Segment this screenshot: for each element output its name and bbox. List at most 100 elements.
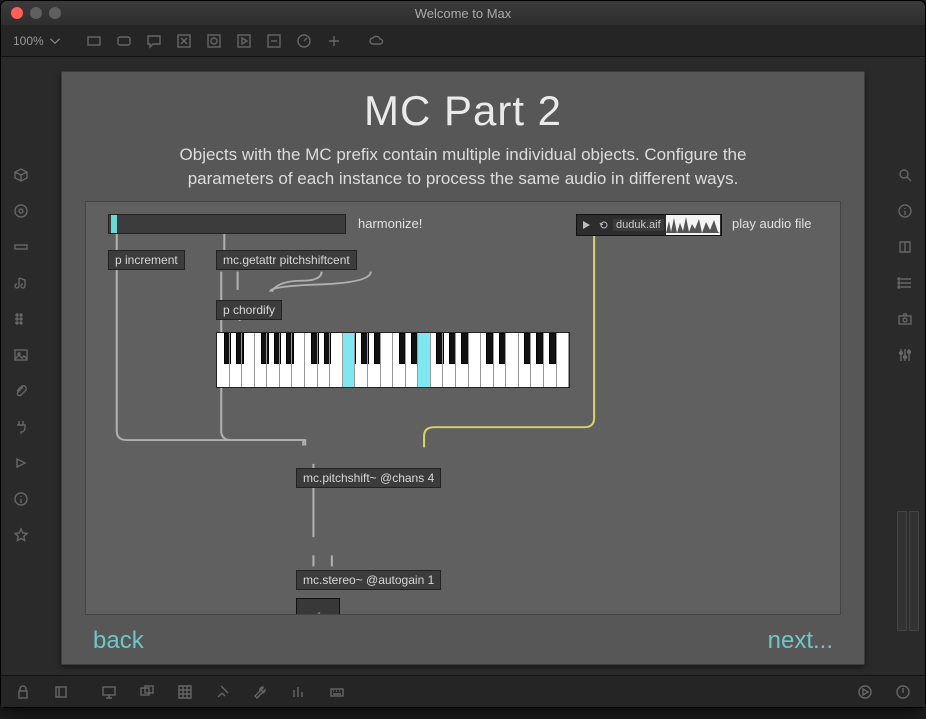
attachment-icon[interactable]: [13, 383, 29, 399]
note-icon[interactable]: [13, 275, 29, 291]
obj-mc-stereo[interactable]: mc.stereo~ @autogain 1: [296, 570, 441, 590]
white-key[interactable]: [343, 333, 356, 387]
power-icon[interactable]: [895, 684, 911, 700]
white-key[interactable]: [292, 333, 305, 387]
info-icon[interactable]: [13, 491, 29, 507]
kslider-keyboard[interactable]: [216, 332, 570, 388]
new-window-icon[interactable]: [53, 684, 69, 700]
white-key[interactable]: [355, 333, 368, 387]
wrench-icon[interactable]: [253, 684, 269, 700]
triangle-icon[interactable]: [13, 455, 29, 471]
plug-icon[interactable]: [13, 419, 29, 435]
keyboard-icon[interactable]: [329, 684, 345, 700]
white-key[interactable]: [469, 333, 482, 387]
canvas-area: MC Part 2 Objects with the MC prefix con…: [41, 57, 885, 675]
obj-mc-getattr[interactable]: mc.getattr pitchshiftcent: [216, 250, 357, 270]
nav-next[interactable]: next...: [768, 627, 833, 655]
obj-p-increment[interactable]: p increment: [108, 250, 185, 270]
bottom-toolbar: [1, 675, 925, 707]
zoom-selector[interactable]: 100%: [13, 34, 62, 48]
plus-icon[interactable]: [326, 33, 342, 49]
white-key[interactable]: [368, 333, 381, 387]
cube-icon[interactable]: [13, 167, 29, 183]
slider-icon[interactable]: [13, 239, 29, 255]
minimize-button[interactable]: [30, 7, 42, 19]
grid-dots-icon[interactable]: [13, 311, 29, 327]
message-box-icon[interactable]: [116, 33, 132, 49]
tutorial-card: MC Part 2 Objects with the MC prefix con…: [61, 71, 865, 665]
maximize-button[interactable]: [49, 7, 61, 19]
white-key[interactable]: [431, 333, 444, 387]
list-icon[interactable]: [897, 275, 913, 291]
harmonize-slider[interactable]: [108, 214, 346, 234]
white-key[interactable]: [330, 333, 343, 387]
speaker-icon: [305, 607, 331, 615]
play-box-icon[interactable]: [236, 33, 252, 49]
white-key[interactable]: [494, 333, 507, 387]
white-key[interactable]: [406, 333, 419, 387]
patcher: harmonize! duduk.aif play audio file p i…: [85, 201, 841, 615]
lock-icon[interactable]: [15, 684, 31, 700]
window-title: Welcome to Max: [1, 6, 925, 21]
playfile-object[interactable]: duduk.aif: [576, 214, 722, 236]
white-key[interactable]: [418, 333, 431, 387]
image-icon[interactable]: [13, 347, 29, 363]
x-box-icon[interactable]: [176, 33, 192, 49]
play-icon[interactable]: [577, 220, 595, 230]
grid-icon-bottom[interactable]: [177, 684, 193, 700]
loop-icon[interactable]: [595, 220, 613, 230]
cloud-icon[interactable]: [368, 33, 384, 49]
search-icon[interactable]: [897, 167, 913, 183]
book-icon[interactable]: [897, 239, 913, 255]
white-key[interactable]: [481, 333, 494, 387]
dial-icon[interactable]: [296, 33, 312, 49]
white-key[interactable]: [305, 333, 318, 387]
obj-mc-pitchshift[interactable]: mc.pitchshift~ @chans 4: [296, 468, 441, 488]
white-key[interactable]: [267, 333, 280, 387]
white-key[interactable]: [519, 333, 532, 387]
satellite-icon[interactable]: [215, 684, 231, 700]
white-key[interactable]: [381, 333, 394, 387]
white-key[interactable]: [456, 333, 469, 387]
app-window: Welcome to Max 100%: [0, 0, 926, 708]
white-key[interactable]: [393, 333, 406, 387]
white-key[interactable]: [318, 333, 331, 387]
windows-icon[interactable]: [139, 684, 155, 700]
dsp-run-icon[interactable]: [857, 684, 873, 700]
page-title: MC Part 2: [85, 87, 841, 135]
white-key[interactable]: [544, 333, 557, 387]
sliders-icon[interactable]: [897, 347, 913, 363]
circle-box-icon[interactable]: [206, 33, 222, 49]
nav-back[interactable]: back: [93, 627, 144, 655]
ezdac-speaker[interactable]: [296, 598, 340, 615]
white-key[interactable]: [255, 333, 268, 387]
white-key[interactable]: [242, 333, 255, 387]
info-circle-icon[interactable]: [897, 203, 913, 219]
comment-icon[interactable]: [146, 33, 162, 49]
close-button[interactable]: [11, 7, 23, 19]
bars-icon[interactable]: [291, 684, 307, 700]
white-key[interactable]: [217, 333, 230, 387]
white-key[interactable]: [443, 333, 456, 387]
minus-box-icon[interactable]: [266, 33, 282, 49]
white-key[interactable]: [506, 333, 519, 387]
audio-filename: duduk.aif: [613, 219, 664, 231]
obj-p-chordify[interactable]: p chordify: [216, 300, 282, 320]
slider-thumb[interactable]: [111, 215, 117, 233]
chevron-down-icon: [48, 34, 62, 48]
white-key[interactable]: [230, 333, 243, 387]
zoom-value: 100%: [13, 34, 44, 48]
traffic-lights: [11, 7, 61, 19]
page-subtitle: Objects with the MC prefix contain multi…: [85, 143, 841, 191]
star-icon[interactable]: [13, 527, 29, 543]
white-key[interactable]: [557, 333, 570, 387]
object-box-icon[interactable]: [86, 33, 102, 49]
white-key[interactable]: [280, 333, 293, 387]
titlebar: Welcome to Max: [1, 1, 925, 25]
presentation-icon[interactable]: [101, 684, 117, 700]
right-sidebar: [885, 57, 925, 675]
white-key[interactable]: [531, 333, 544, 387]
camera-icon[interactable]: [897, 311, 913, 327]
waveform-preview: [666, 215, 720, 235]
target-icon[interactable]: [13, 203, 29, 219]
